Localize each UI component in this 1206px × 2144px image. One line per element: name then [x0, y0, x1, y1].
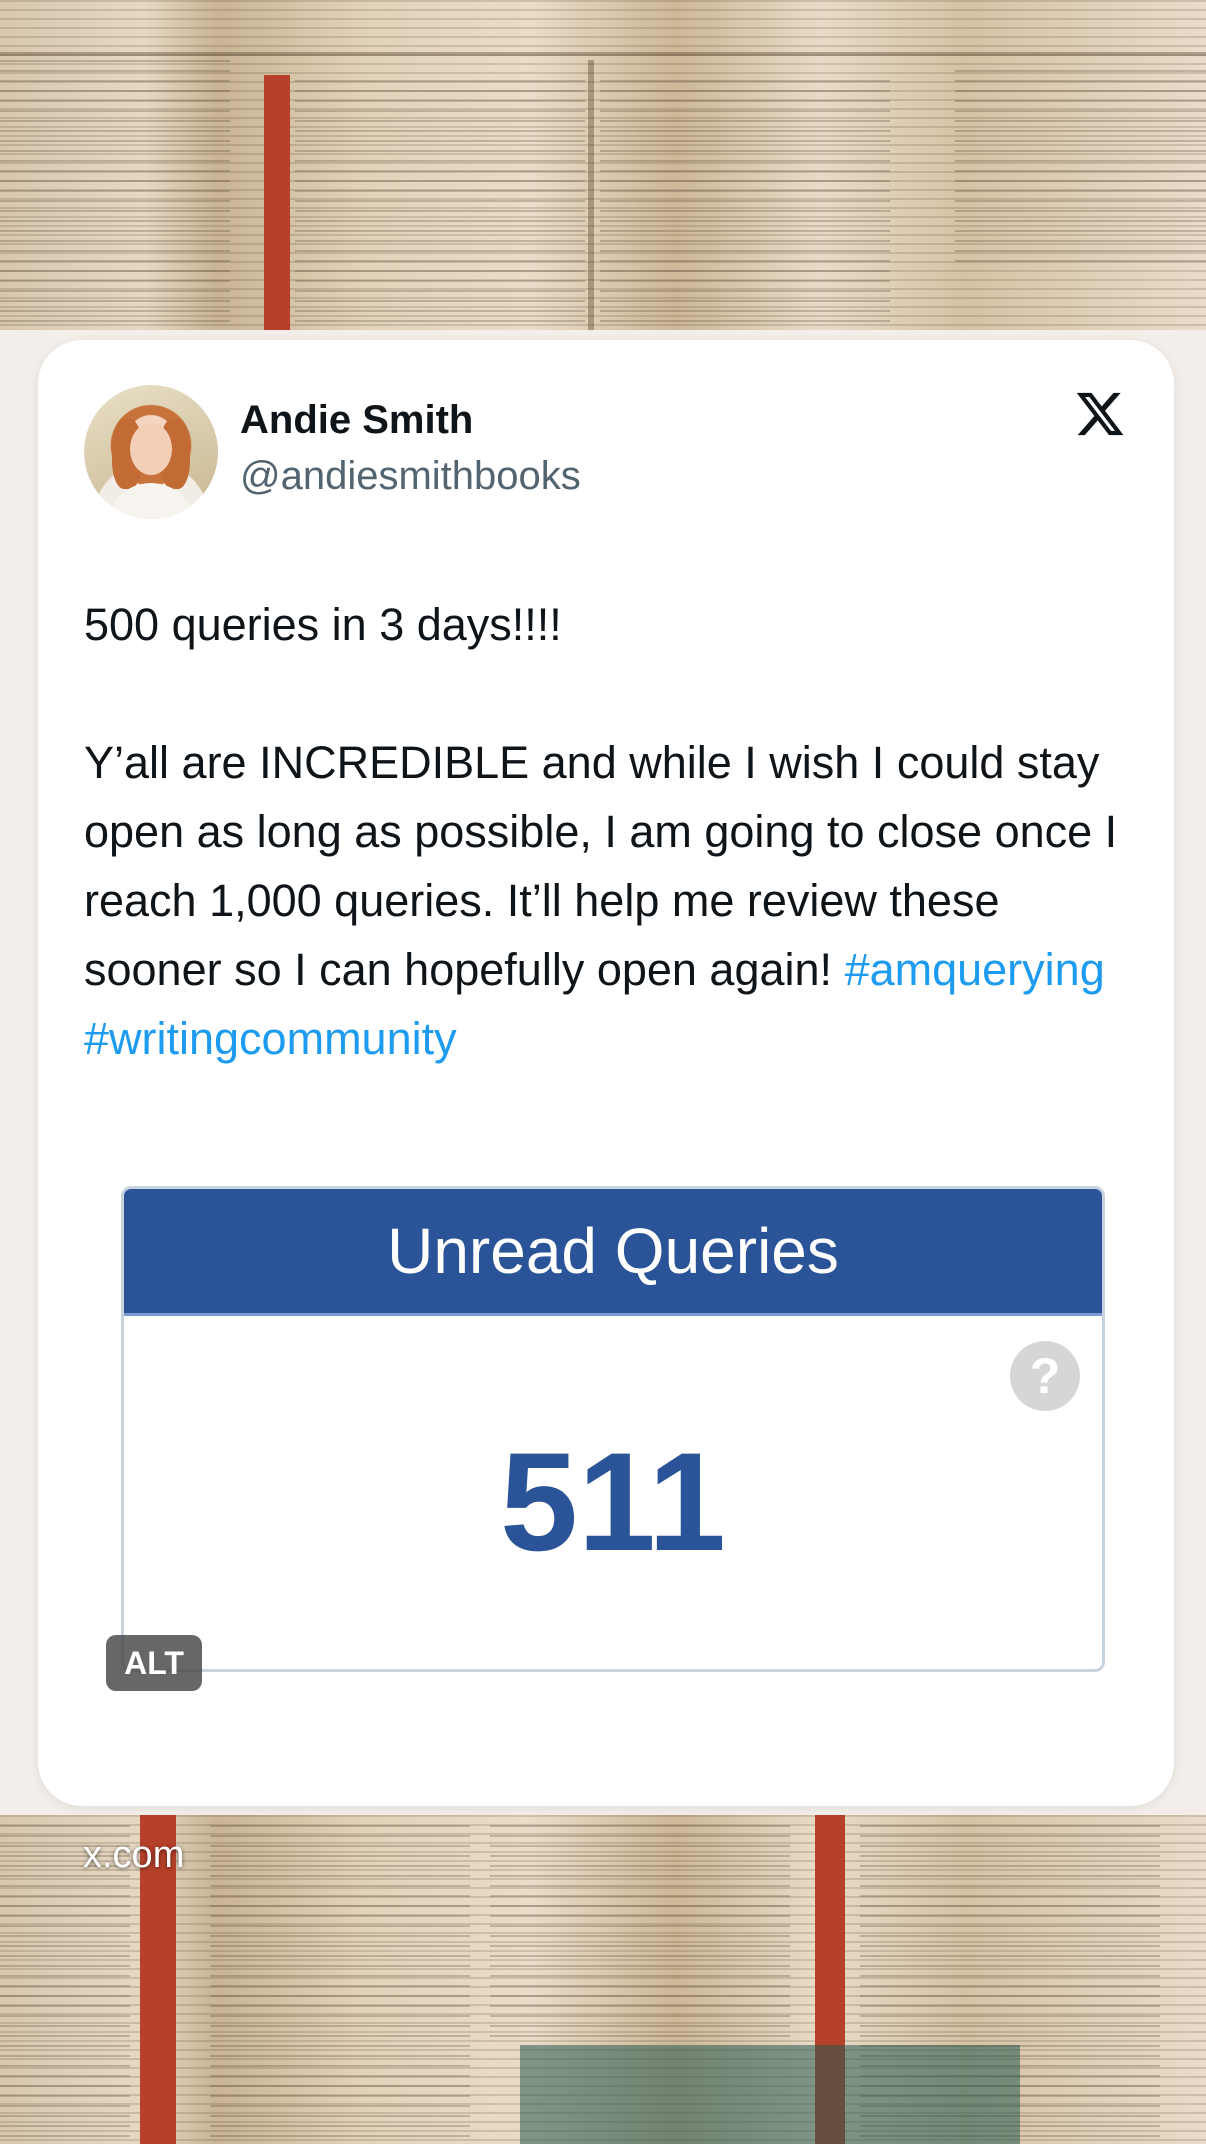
book-page: [600, 80, 890, 330]
book-edge: [0, 52, 1206, 56]
tweet-text-line: 500 queries in 3 days!!!!: [84, 599, 562, 650]
question-mark-icon: ?: [1010, 1341, 1080, 1411]
tweet-text: 500 queries in 3 days!!!! Y’all are INCR…: [84, 590, 1134, 1073]
author-name[interactable]: Andie Smith: [240, 398, 473, 443]
author-handle[interactable]: @andiesmithbooks: [240, 454, 581, 499]
unread-queries-header: Unread Queries: [124, 1189, 1102, 1316]
book-page: [0, 60, 230, 330]
hashtag-link[interactable]: #writingcommunity: [84, 1013, 457, 1064]
book-page: [210, 1825, 470, 2144]
hashtag-link[interactable]: #amquerying: [845, 944, 1105, 995]
avatar-face: [130, 423, 172, 475]
tweet-text-body: Y’all are INCREDIBLE and while I wish I …: [84, 728, 1134, 1073]
x-logo-icon[interactable]: [1074, 388, 1126, 440]
tweet-image[interactable]: Unread Queries ? 511: [121, 1186, 1105, 1672]
book-spine: [264, 75, 290, 330]
book-page: [955, 70, 1206, 270]
avatar[interactable]: [84, 385, 218, 519]
background-books-top: [0, 0, 1206, 330]
book-gutter: [588, 60, 594, 330]
book-page: [295, 80, 585, 330]
unread-count: 511: [500, 1423, 726, 1580]
avatar-shirt: [106, 483, 196, 519]
alt-text-badge[interactable]: ALT: [106, 1635, 202, 1691]
source-link[interactable]: x.com: [83, 1834, 184, 1877]
book-cover: [520, 2045, 1020, 2144]
book-page: [490, 1825, 790, 2045]
tweet-card[interactable]: Andie Smith @andiesmithbooks 500 queries…: [38, 340, 1174, 1806]
